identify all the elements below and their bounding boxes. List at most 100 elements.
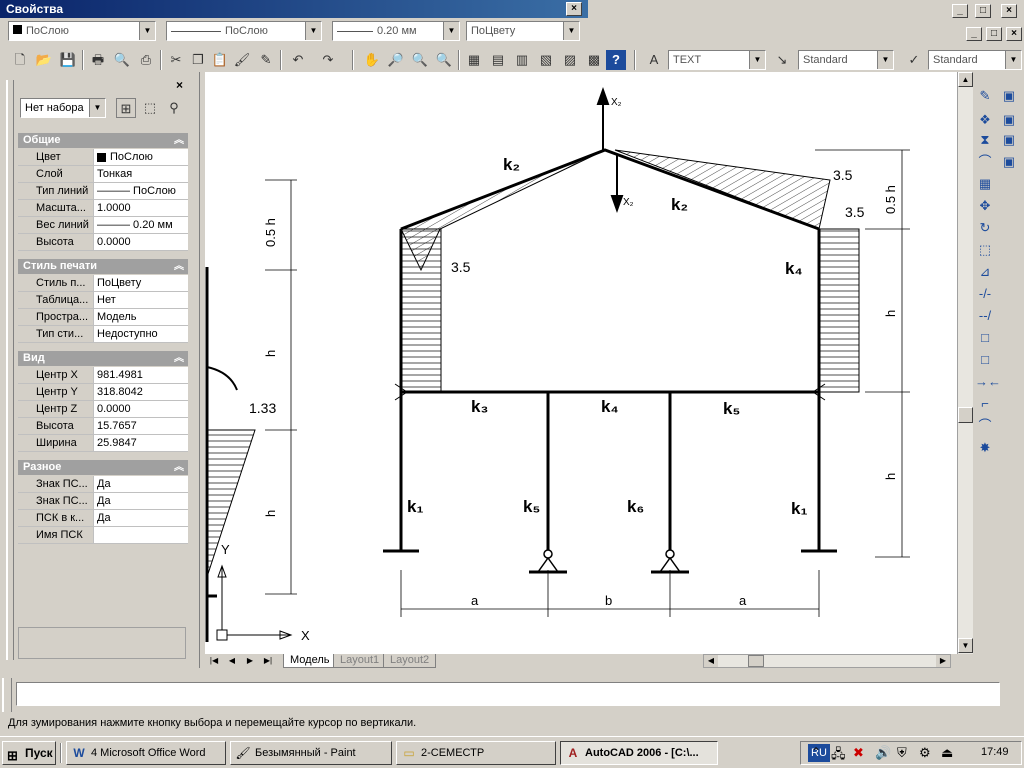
new-icon[interactable]: 🗋	[10, 50, 30, 70]
pan-icon[interactable]: ✋	[362, 50, 382, 70]
security-icon[interactable]: ⛨	[897, 745, 907, 761]
network-icon[interactable]: 🖧	[831, 745, 846, 767]
drawing-canvas[interactable]: k₂ k₂ k₄ k₃ k₄ k₅ k₁ k₅ k₆ k₁ X₂ X₂ 3.5 …	[205, 72, 957, 654]
break-icon[interactable]: □	[975, 350, 995, 370]
quick-select-icon[interactable]: ⚲	[164, 98, 184, 118]
section-header[interactable]: Стиль печати ︽	[18, 259, 188, 274]
text-style-combo[interactable]: TEXT ▼	[668, 50, 766, 70]
property-row[interactable]: Слой Тонкая	[18, 166, 188, 183]
tab-next-icon[interactable]: ▶	[243, 654, 257, 667]
property-row[interactable]: Цвет ПоСлою	[18, 149, 188, 166]
property-value[interactable]: 15.7657	[93, 418, 188, 434]
tab-prev-icon[interactable]: ◀	[225, 654, 239, 667]
settings-icon[interactable]: ⚙	[919, 745, 931, 761]
preview-icon[interactable]: 🔍	[112, 50, 132, 70]
section-header[interactable]: Вид ︽	[18, 351, 188, 366]
bring-to-front-icon[interactable]: ▣	[999, 110, 1019, 130]
scroll-thumb[interactable]	[958, 407, 973, 423]
doc-close-button[interactable]: ×	[1006, 27, 1022, 41]
property-row[interactable]: Тип сти... Недоступно	[18, 326, 188, 343]
save-icon[interactable]: 💾	[58, 50, 78, 70]
dim-style-combo[interactable]: Standard ▼	[798, 50, 894, 70]
property-row[interactable]: Знак ПС... Да	[18, 493, 188, 510]
text-style-icon[interactable]: A	[644, 50, 664, 70]
markup-icon[interactable]: ▨	[560, 50, 580, 70]
property-value[interactable]: Нет	[93, 292, 188, 308]
start-button[interactable]: ⊞ Пуск	[2, 741, 56, 765]
property-value[interactable]: Да	[93, 493, 188, 509]
property-value[interactable]: 318.8042	[93, 384, 188, 400]
property-row[interactable]: Вес линий ——— 0.20 мм	[18, 217, 188, 234]
property-value[interactable]: 0.0000	[93, 234, 188, 250]
redo-icon[interactable]: ↷	[318, 50, 338, 70]
calculator-icon[interactable]: ▩	[584, 50, 604, 70]
section-header[interactable]: Общие ︽	[18, 133, 188, 148]
property-value[interactable]: Модель	[93, 309, 188, 325]
lineweight-combo[interactable]: 0.20 мм ▼	[332, 21, 460, 41]
paste-icon[interactable]: 📋	[210, 50, 230, 70]
doc-minimize-button[interactable]: _	[966, 27, 982, 41]
trim-icon[interactable]: -/-	[975, 284, 995, 304]
property-row[interactable]: Центр X 981.4981	[18, 367, 188, 384]
property-value[interactable]: ——— ПоСлою	[93, 183, 188, 199]
chamfer-icon[interactable]: ⌐	[975, 394, 995, 414]
join-icon[interactable]: →←	[975, 372, 1001, 392]
rotate-icon[interactable]: ↻	[975, 218, 995, 238]
explode-icon[interactable]: ✸	[975, 438, 995, 458]
h-scroll-thumb[interactable]	[748, 655, 764, 667]
close-app-button[interactable]: ×	[1001, 4, 1017, 18]
property-row[interactable]: Имя ПСК	[18, 527, 188, 544]
properties-titlebar[interactable]: Свойства ×	[0, 0, 588, 18]
send-to-back-icon[interactable]: ▣	[999, 130, 1019, 150]
open-icon[interactable]: 📂	[34, 50, 54, 70]
print-icon[interactable]: 🖶	[88, 50, 108, 70]
scroll-down-icon[interactable]: ▼	[958, 638, 973, 653]
extend-icon[interactable]: --/	[975, 306, 995, 326]
collapse-icon[interactable]: ︽	[174, 259, 184, 274]
command-line-input[interactable]	[16, 682, 1000, 706]
restore-button[interactable]: □	[975, 4, 991, 18]
stretch-icon[interactable]: ⊿	[975, 262, 995, 282]
table-style-icon[interactable]: ✓	[904, 50, 924, 70]
undo-icon[interactable]: ↶	[288, 50, 308, 70]
property-value[interactable]	[93, 527, 188, 543]
task-folder[interactable]: ▭ 2-СЕМЕСТР	[396, 741, 556, 765]
property-value[interactable]: 25.9847	[93, 435, 188, 451]
copy-object-icon[interactable]: ❖	[975, 110, 995, 130]
publish-icon[interactable]: ⎙	[136, 50, 156, 70]
property-value[interactable]: ——— 0.20 мм	[93, 217, 188, 233]
selection-combo[interactable]: Нет набора ▼	[20, 98, 106, 118]
property-row[interactable]: Таблица... Нет	[18, 292, 188, 309]
table-style-combo[interactable]: Standard ▼	[928, 50, 1022, 70]
property-value[interactable]: Тонкая	[93, 166, 188, 182]
task-autocad[interactable]: A AutoCAD 2006 - [C:\...	[560, 741, 718, 765]
tab-first-icon[interactable]: |◀	[207, 654, 221, 667]
tab-layout1[interactable]: Layout1	[333, 654, 387, 668]
zoom-window-icon[interactable]: 🔍	[410, 50, 430, 70]
scroll-right-icon[interactable]: ▶	[936, 655, 950, 667]
clock[interactable]: 17:49	[981, 746, 1009, 758]
task-paint[interactable]: 🖌 Безымянный - Paint	[230, 741, 392, 765]
copy-icon[interactable]: ❐	[188, 50, 208, 70]
section-header[interactable]: Разное ︽	[18, 460, 188, 475]
panel-grip[interactable]	[6, 80, 14, 660]
property-row[interactable]: ПСК в к... Да	[18, 510, 188, 527]
collapse-icon[interactable]: ︽	[174, 460, 184, 475]
usb-icon[interactable]: ⏏	[941, 745, 953, 761]
property-row[interactable]: Масшта... 1.0000	[18, 200, 188, 217]
fillet-icon[interactable]: ⌒	[975, 416, 995, 436]
plotstyle-combo[interactable]: ПоЦвету ▼	[466, 21, 580, 41]
chevron-icon[interactable]: ⌃	[811, 745, 821, 759]
properties-icon[interactable]: ▦	[464, 50, 484, 70]
tool-palettes-icon[interactable]: ▥	[512, 50, 532, 70]
close-properties-button[interactable]: ×	[566, 2, 582, 16]
bring-above-icon[interactable]: ▣	[999, 152, 1019, 172]
block-editor-icon[interactable]: ✎	[256, 50, 276, 70]
linetype-combo[interactable]: ПоСлою ▼	[166, 21, 322, 41]
property-row[interactable]: Высота 15.7657	[18, 418, 188, 435]
mirror-icon[interactable]: ⧗	[975, 130, 995, 150]
erase-icon[interactable]: ✎	[975, 86, 995, 106]
property-row[interactable]: Высота 0.0000	[18, 234, 188, 251]
scroll-up-icon[interactable]: ▲	[958, 72, 973, 87]
zoom-previous-icon[interactable]: 🔍	[434, 50, 454, 70]
